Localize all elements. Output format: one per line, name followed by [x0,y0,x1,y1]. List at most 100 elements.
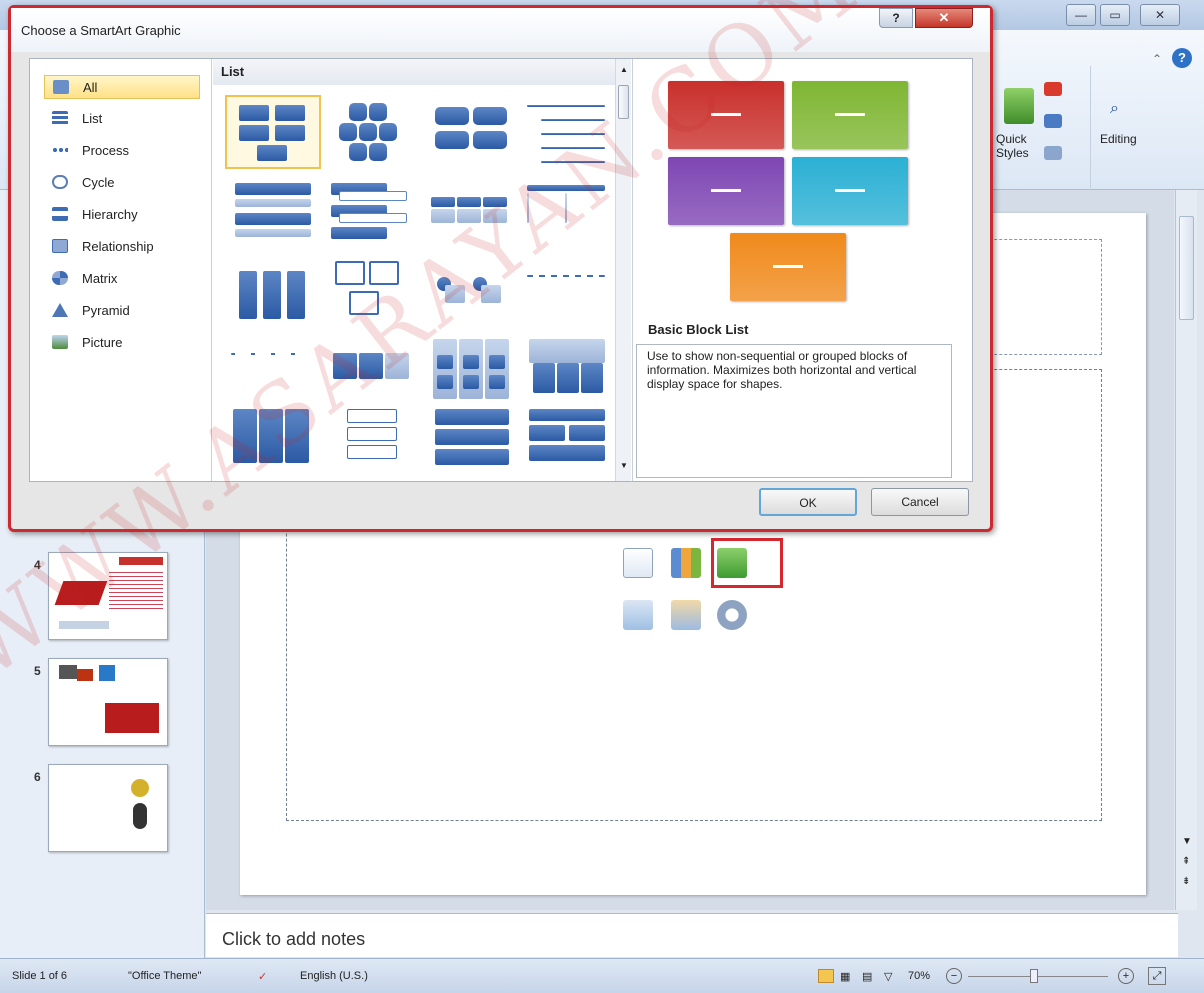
slide-thumbnail-6[interactable] [48,764,168,852]
preview-title: Basic Block List [648,322,749,337]
preview-block [668,157,784,225]
slide-sorter-icon[interactable]: ▦ [840,970,850,983]
vertical-scrollbar[interactable]: ▼ ⇞ ⇟ [1175,190,1197,910]
preview-block [730,233,846,301]
gallery-scroll-thumb[interactable] [618,85,629,119]
layout-table-list[interactable] [521,177,617,251]
layout-lined-list[interactable] [521,95,617,169]
zoom-out-icon[interactable]: − [946,968,962,984]
layout-vertical-box-list[interactable] [325,177,421,251]
insert-chart-icon[interactable] [671,548,701,578]
ok-button[interactable]: OK [759,488,857,516]
list-icon [52,111,68,125]
picture-icon [52,335,68,349]
language-indicator[interactable]: English (U.S.) [300,970,368,982]
process-icon [52,143,68,157]
category-cycle[interactable]: Cycle [44,171,200,195]
dialog-help-button[interactable]: ? [879,8,913,28]
scroll-thumb[interactable] [1179,216,1194,320]
category-list-item[interactable]: List [44,107,200,131]
shape-effects-icon[interactable] [1044,146,1062,160]
shape-outline-icon[interactable] [1044,114,1062,128]
quick-styles-label[interactable]: Quick Styles [996,132,1036,160]
zoom-in-icon[interactable]: + [1118,968,1134,984]
category-label: Hierarchy [82,207,138,222]
cycle-icon [52,175,68,189]
category-label: Relationship [82,239,154,254]
layout-dotted-line-list[interactable] [521,255,617,329]
category-all[interactable]: All [44,75,200,99]
zoom-level[interactable]: 70% [908,970,930,982]
gallery-scrollbar[interactable]: ▲ ▼ [615,59,631,481]
category-list: All List Process Cycle Hierarchy Relatio… [30,59,212,481]
insert-picture-icon[interactable] [623,600,653,630]
spelling-check-icon[interactable]: ✓ [258,970,267,983]
zoom-slider[interactable] [968,976,1108,977]
layout-picture-caption-list[interactable] [325,255,421,329]
category-process[interactable]: Process [44,139,200,163]
insert-clip-art-icon[interactable] [671,600,701,630]
notes-pane[interactable]: Click to add notes [206,913,1178,957]
shape-fill-icon[interactable] [1044,82,1062,96]
editing-label[interactable]: Editing [1100,132,1137,146]
theme-name[interactable]: "Office Theme" [128,970,201,982]
layout-stacked-list[interactable] [521,333,617,407]
layout-picture-accent-list[interactable] [225,403,321,477]
fit-to-window-icon[interactable]: ⤢ [1148,967,1166,985]
category-hierarchy[interactable]: Hierarchy [44,203,200,227]
scroll-down-icon[interactable]: ▼ [1182,836,1192,847]
slide-thumbnail-4[interactable] [48,552,168,640]
category-picture[interactable]: Picture [44,331,200,355]
smartart-highlight [711,538,783,588]
help-icon[interactable]: ? [1172,48,1192,68]
layout-bracket-list[interactable] [325,403,421,477]
cancel-button[interactable]: Cancel [871,488,969,516]
layout-horizontal-bullet-table[interactable] [425,177,521,251]
binoculars-icon[interactable]: ⌕ [1110,100,1119,118]
layout-horizontal-bullet-list[interactable] [425,95,521,169]
close-window-button[interactable]: ✕ [1140,4,1180,26]
scroll-down-icon[interactable]: ▼ [620,461,628,470]
next-slide-icon[interactable]: ⇟ [1182,876,1190,887]
category-relationship[interactable]: Relationship [44,235,200,259]
normal-view-icon[interactable] [818,969,834,983]
layout-trapezoid-list[interactable] [425,403,521,477]
layout-vertical-bullet-list[interactable] [225,177,321,251]
smartart-dialog: Choose a SmartArt Graphic ? ✕ All List P… [8,5,993,532]
layout-circle-accent-list[interactable] [425,255,521,329]
notes-placeholder[interactable]: Click to add notes [222,929,365,950]
category-label: All [83,80,98,95]
quick-styles-icon[interactable] [1004,88,1034,124]
layout-preview: Basic Block List Use to show non-sequent… [634,59,972,481]
slide-thumbnail-5[interactable] [48,658,168,746]
layout-segmented-list[interactable] [521,403,617,477]
preview-block [792,81,908,149]
layout-hexagon-cluster[interactable] [325,95,421,169]
layout-arrow-accent-list[interactable] [225,333,321,407]
scroll-up-icon[interactable]: ▲ [620,65,628,74]
layout-basic-block-list[interactable] [225,95,321,169]
slide-show-icon[interactable]: ▽ [884,970,892,983]
dialog-title: Choose a SmartArt Graphic [21,23,181,38]
status-bar: Slide 1 of 6 "Office Theme" ✓ English (U… [0,958,1204,993]
pyramid-icon [52,303,68,317]
insert-media-icon[interactable] [717,600,747,630]
previous-slide-icon[interactable]: ⇞ [1182,856,1190,867]
zoom-slider-thumb[interactable] [1030,969,1038,983]
matrix-icon [52,271,68,285]
layout-grouped-list[interactable] [425,333,521,407]
ribbon-collapse-icon[interactable]: ⌃ [1152,52,1162,66]
category-matrix[interactable]: Matrix [44,267,200,291]
minimize-button[interactable]: — [1066,4,1096,26]
reading-view-icon[interactable]: ▤ [862,970,872,983]
category-label: Process [82,143,129,158]
insert-table-icon[interactable] [623,548,653,578]
layout-horizontal-box-list[interactable] [325,333,421,407]
category-pyramid[interactable]: Pyramid [44,299,200,323]
maximize-button[interactable]: ▭ [1100,4,1130,26]
layout-vertical-bar-list[interactable] [225,255,321,329]
category-label: Cycle [82,175,115,190]
dialog-close-button[interactable]: ✕ [915,8,973,28]
slide-info: Slide 1 of 6 [12,970,68,982]
category-label: Pyramid [82,303,130,318]
